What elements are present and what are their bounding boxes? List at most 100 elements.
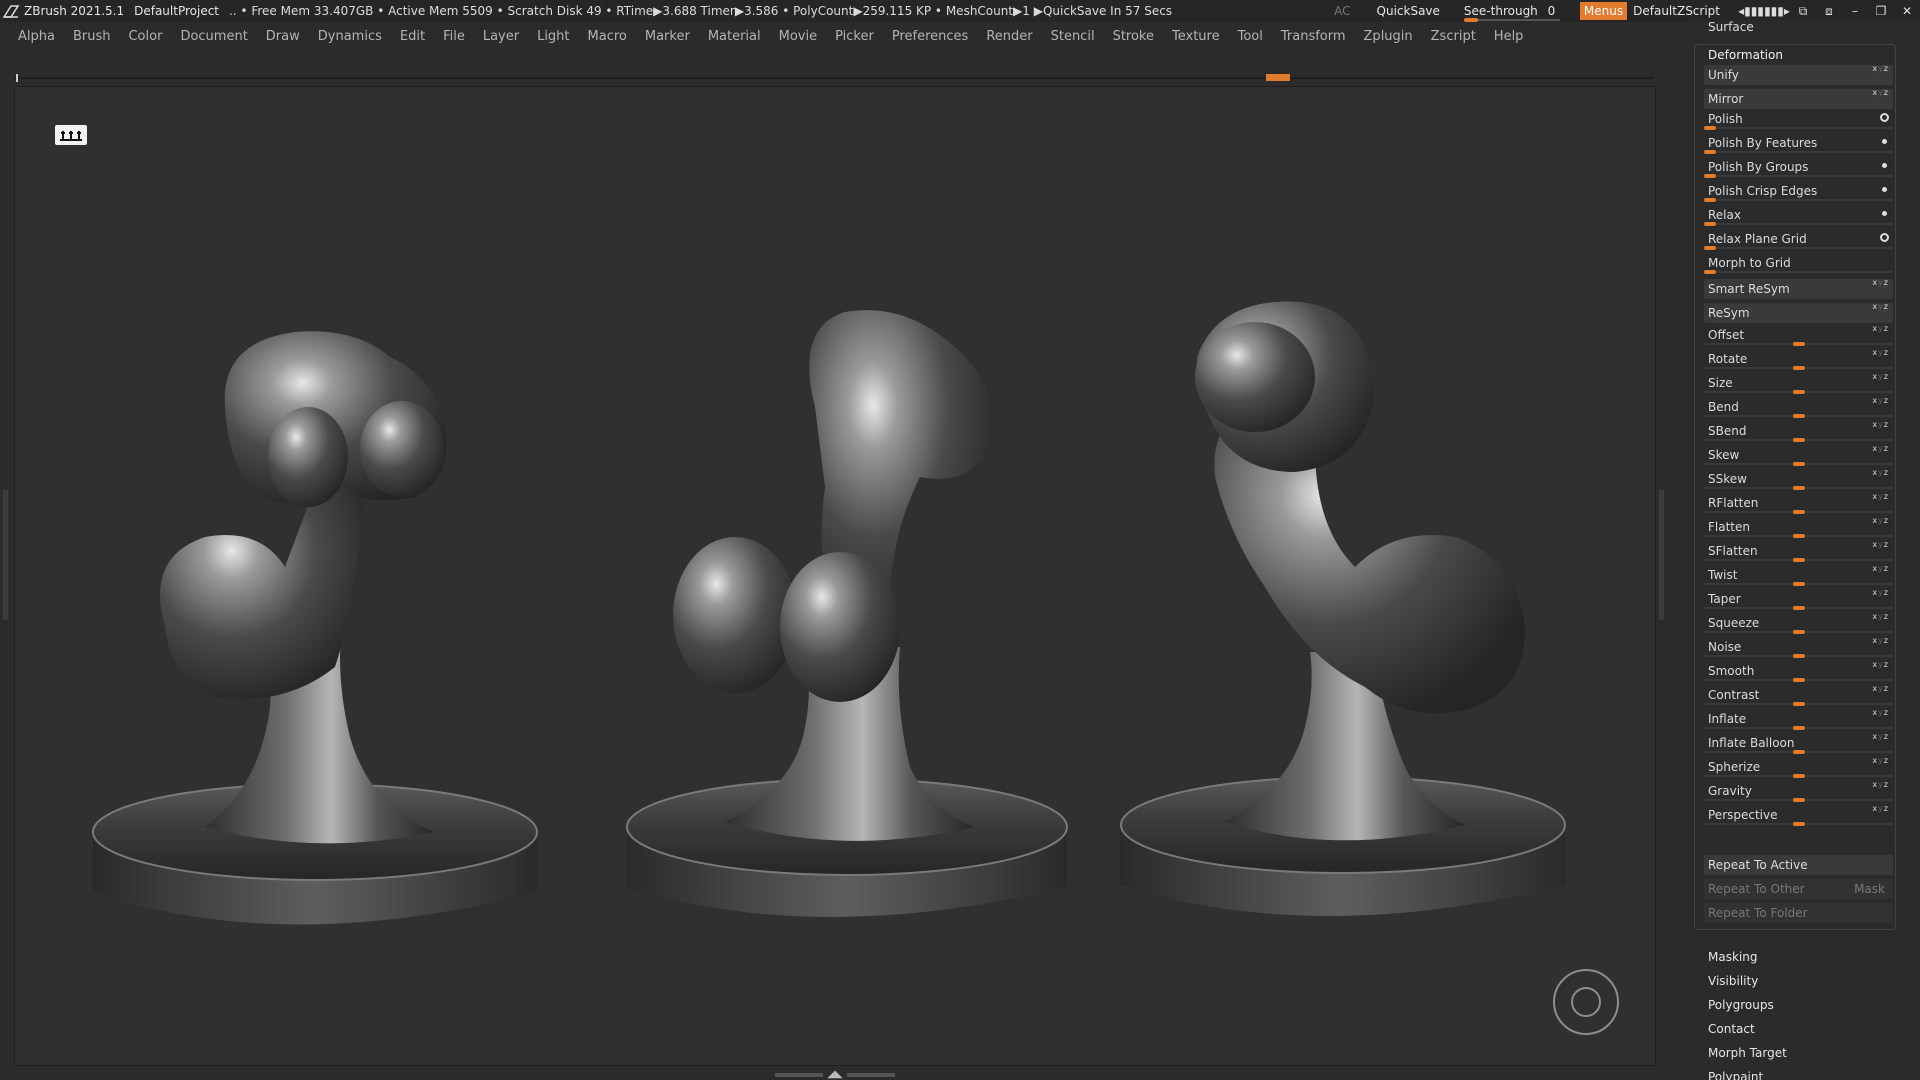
size-slider-knob[interactable] (1793, 390, 1805, 394)
relax-plane-grid-slider[interactable]: Relax Plane Grid (1704, 229, 1893, 250)
xyz-axis-toggles[interactable]: xyz (1872, 564, 1889, 573)
polish-by-groups-slider[interactable]: Polish By Groups (1704, 157, 1893, 178)
polish-slider-knob[interactable] (1704, 126, 1716, 130)
polygroups-subpalette[interactable]: Polygroups (1708, 998, 1774, 1012)
xyz-axis-toggles[interactable]: xyz (1872, 660, 1889, 669)
sflatten-slider-knob[interactable] (1793, 558, 1805, 562)
xyz-axis-toggles[interactable]: xyz (1872, 468, 1889, 477)
smooth-slider[interactable]: Smooth xyz (1704, 660, 1893, 682)
menu-document[interactable]: Document (170, 29, 255, 44)
minimize-icon[interactable]: – (1842, 4, 1868, 18)
mask-button[interactable]: Mask (1854, 882, 1885, 896)
gravity-slider[interactable]: Gravity xyz (1704, 780, 1893, 802)
smooth-slider-knob[interactable] (1793, 678, 1805, 682)
quicksave-button[interactable]: QuickSave (1377, 4, 1440, 18)
flatten-slider-knob[interactable] (1793, 534, 1805, 538)
default-zscript-button[interactable]: DefaultZScript (1633, 4, 1720, 18)
menu-help[interactable]: Help (1484, 29, 1532, 44)
xyz-axis-toggles[interactable]: xyz (1872, 780, 1889, 789)
rflatten-slider[interactable]: RFlatten xyz (1704, 492, 1893, 514)
xyz-axis-toggles[interactable]: xyz (1872, 444, 1889, 453)
menu-render[interactable]: Render (976, 29, 1040, 44)
offset-slider[interactable]: Offset xyz (1704, 324, 1893, 346)
spherize-slider-knob[interactable] (1793, 774, 1805, 778)
xyz-axis-toggles[interactable]: xyz (1872, 396, 1889, 405)
restore-icon[interactable]: ❐ (1868, 4, 1894, 18)
perspective-slider-knob[interactable] (1793, 822, 1805, 826)
xyz-axis-toggles[interactable]: xyz (1872, 516, 1889, 525)
noise-slider-knob[interactable] (1793, 654, 1805, 658)
xyz-axis-toggles[interactable]: xyz (1872, 372, 1889, 381)
xyz-axis-toggles[interactable]: xyz (1872, 278, 1889, 287)
rotate-slider-knob[interactable] (1793, 366, 1805, 370)
perspective-slider[interactable]: Perspective xyz (1704, 804, 1893, 826)
polish-by-features-slider-knob[interactable] (1704, 150, 1716, 154)
timeline-key-marker[interactable] (1266, 74, 1290, 81)
polish-crisp-edges-slider[interactable]: Polish Crisp Edges (1704, 181, 1893, 202)
bend-slider[interactable]: Bend xyz (1704, 396, 1893, 418)
project-name[interactable]: DefaultProject (134, 4, 219, 18)
menu-dynamics[interactable]: Dynamics (308, 29, 390, 44)
xyz-axis-toggles[interactable]: xyz (1872, 324, 1889, 333)
menu-stroke[interactable]: Stroke (1103, 29, 1162, 44)
noise-slider[interactable]: Noise xyz (1704, 636, 1893, 658)
relax-slider-knob[interactable] (1704, 222, 1716, 226)
contrast-slider[interactable]: Contrast xyz (1704, 684, 1893, 706)
menu-layer[interactable]: Layer (473, 29, 527, 44)
menu-brush[interactable]: Brush (63, 29, 119, 44)
xyz-axis-toggles[interactable]: xyz (1872, 732, 1889, 741)
xyz-axis-toggles[interactable]: xyz (1872, 612, 1889, 621)
menu-texture[interactable]: Texture (1162, 29, 1228, 44)
polish-slider[interactable]: Polish (1704, 109, 1893, 130)
skew-slider-knob[interactable] (1793, 462, 1805, 466)
see-through-slider[interactable]: See-through 0 (1463, 4, 1564, 22)
menu-tool[interactable]: Tool (1228, 29, 1271, 44)
inflate-balloon-slider[interactable]: Inflate Balloon xyz (1704, 732, 1893, 754)
right-tray-handle[interactable] (1659, 490, 1664, 620)
polypaint-subpalette[interactable]: Polypaint (1708, 1070, 1763, 1080)
menu-marker[interactable]: Marker (635, 29, 698, 44)
document-canvas[interactable] (14, 86, 1656, 1066)
twist-slider-knob[interactable] (1793, 582, 1805, 586)
rflatten-slider-knob[interactable] (1793, 510, 1805, 514)
xyz-axis-toggles[interactable]: xyz (1872, 348, 1889, 357)
inflate-slider[interactable]: Inflate xyz (1704, 708, 1893, 730)
repeat-to-folder-button[interactable]: Repeat To Folder (1704, 903, 1893, 923)
menu-light[interactable]: Light (527, 29, 577, 44)
menu-preferences[interactable]: Preferences (882, 29, 976, 44)
ui-layout-icon[interactable]: ⧉ (1790, 4, 1816, 19)
size-slider[interactable]: Size xyz (1704, 372, 1893, 394)
offset-slider-knob[interactable] (1793, 342, 1805, 346)
contrast-slider-knob[interactable] (1793, 702, 1805, 706)
xyz-axis-toggles[interactable]: xyz (1872, 540, 1889, 549)
navigation-gizmo-icon[interactable] (1553, 969, 1619, 1035)
polish-crisp-edges-mode-icon[interactable] (1882, 187, 1887, 192)
sbend-slider[interactable]: SBend xyz (1704, 420, 1893, 442)
squeeze-slider-knob[interactable] (1793, 630, 1805, 634)
surface-subpalette[interactable]: Surface (1708, 20, 1754, 34)
morph-to-grid-slider[interactable]: Morph to Grid (1704, 253, 1893, 274)
rotate-slider[interactable]: Rotate xyz (1704, 348, 1893, 370)
twist-slider[interactable]: Twist xyz (1704, 564, 1893, 586)
close-icon[interactable]: ✕ (1894, 4, 1920, 18)
visibility-subpalette[interactable]: Visibility (1708, 974, 1758, 988)
xyz-axis-toggles[interactable]: xyz (1872, 804, 1889, 813)
ui-switch-icon[interactable]: ⧈ (1816, 4, 1842, 19)
timeline-start-marker[interactable] (16, 74, 18, 82)
relax-slider[interactable]: Relax (1704, 205, 1893, 226)
menu-edit[interactable]: Edit (390, 29, 433, 44)
menu-movie[interactable]: Movie (769, 29, 825, 44)
skew-slider[interactable]: Skew xyz (1704, 444, 1893, 466)
morph-target-subpalette[interactable]: Morph Target (1708, 1046, 1787, 1060)
unify-button[interactable]: Unify xyz (1704, 64, 1893, 85)
smart-resym-button[interactable]: Smart ReSym xyz (1704, 278, 1893, 299)
menu-draw[interactable]: Draw (256, 29, 308, 44)
polish-by-features-mode-icon[interactable] (1882, 139, 1887, 144)
xyz-axis-toggles[interactable]: xyz (1872, 64, 1889, 73)
menu-transform[interactable]: Transform (1271, 29, 1354, 44)
spherize-slider[interactable]: Spherize xyz (1704, 756, 1893, 778)
ac-toggle[interactable]: AC (1334, 4, 1350, 18)
polish-mode-icon[interactable] (1880, 113, 1889, 122)
repeat-to-other-button[interactable]: Repeat To Other Mask (1704, 879, 1893, 899)
menu-stencil[interactable]: Stencil (1041, 29, 1103, 44)
